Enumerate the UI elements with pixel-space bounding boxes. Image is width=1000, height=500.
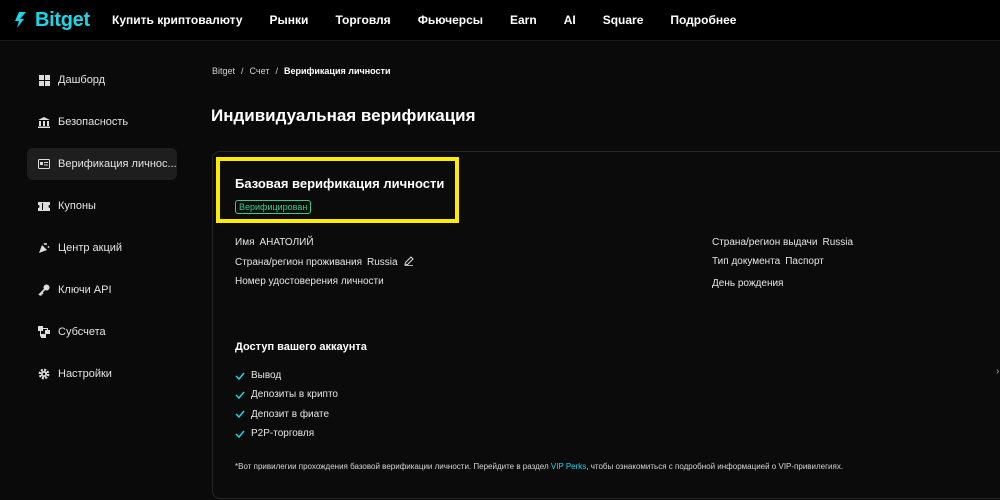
sidebar-item-label: Ключи API	[58, 284, 112, 296]
checkmark-icon	[235, 371, 245, 381]
issue-country-field: Страна/регион выдачи Russia	[712, 237, 853, 248]
vip-perks-link[interactable]: VIP Perks	[551, 462, 586, 471]
birthday-field: День рождения	[712, 278, 783, 289]
breadcrumb-separator: /	[241, 66, 244, 76]
document-type-field: Тип документа Паспорт	[712, 256, 824, 267]
sidebar-item-label: Центр акций	[58, 242, 123, 254]
access-item-label: P2P-торговля	[251, 428, 315, 440]
breadcrumb: Bitget / Счет / Верификация личности	[212, 66, 390, 76]
access-item-label: Вывод	[251, 370, 282, 382]
access-list: Вывод Депозиты в крипто Депозит в фиате …	[235, 366, 338, 443]
name-value: АНАТОЛИЙ	[259, 237, 314, 248]
brand-logo[interactable]: Bitget	[13, 9, 99, 32]
sidebar-item-settings[interactable]: Настройки	[27, 358, 177, 390]
list-item: P2P-торговля	[235, 424, 338, 443]
breadcrumb-current: Верификация личности	[283, 66, 391, 76]
nav-buy-crypto[interactable]: Купить криптовалюту	[112, 13, 243, 27]
id-card-icon	[38, 158, 50, 170]
chevron-right-icon[interactable]: ›	[996, 366, 999, 377]
sidebar-item-label: Субсчета	[58, 326, 106, 338]
issue-country-label: Страна/регион выдачи	[712, 237, 818, 248]
subaccount-icon	[38, 326, 50, 338]
document-type-value: Паспорт	[785, 256, 824, 267]
nav-futures[interactable]: Фьючерсы	[418, 13, 483, 27]
sidebar-item-label: Купоны	[58, 200, 96, 212]
nav-trading[interactable]: Торговля	[335, 13, 390, 27]
residence-field: Страна/регион проживания Russia	[235, 256, 415, 269]
residence-label: Страна/регион проживания	[235, 257, 362, 269]
bank-icon	[38, 116, 50, 128]
nav-markets[interactable]: Рынки	[270, 13, 309, 27]
page-title: Индивидуальная верификация	[211, 106, 476, 125]
sidebar-item-subaccounts[interactable]: Субсчета	[27, 316, 177, 348]
nav-square[interactable]: Square	[603, 13, 644, 27]
gear-icon	[38, 368, 50, 380]
residence-value: Russia	[367, 257, 398, 269]
checkmark-icon	[235, 390, 245, 400]
access-item-label: Депозит в фиате	[251, 408, 330, 420]
document-type-label: Тип документа	[712, 256, 781, 267]
sidebar-item-label: Дашборд	[58, 74, 106, 86]
issue-country-value: Russia	[822, 237, 854, 248]
list-item: Депозит в фиате	[235, 405, 338, 424]
sidebar-item-label: Безопасность	[58, 116, 129, 128]
coupon-icon	[38, 200, 50, 212]
breadcrumb-separator: /	[275, 66, 278, 76]
brand-name: Bitget	[35, 8, 90, 31]
sidebar-item-api-keys[interactable]: Ключи API	[27, 274, 177, 306]
footnote-text-end: , чтобы ознакомиться с подробной информа…	[586, 462, 844, 471]
sidebar-item-promotions[interactable]: Центр акций	[27, 232, 177, 264]
edit-icon[interactable]	[404, 256, 415, 269]
sidebar: Дашборд Безопасность Верификация личнос.…	[27, 64, 177, 400]
name-field: Имя АНАТОЛИЙ	[235, 237, 314, 248]
breadcrumb-account[interactable]: Счет	[250, 66, 270, 76]
main-nav: Купить криптовалюту Рынки Торговля Фьюче…	[112, 13, 763, 27]
top-navbar: Bitget Купить криптовалюту Рынки Торговл…	[0, 0, 1000, 41]
sidebar-item-verification[interactable]: Верификация личнос...	[27, 148, 177, 180]
nav-earn[interactable]: Earn	[510, 13, 537, 27]
nav-ai[interactable]: AI	[564, 13, 576, 27]
id-number-label: Номер удостоверения личности	[235, 276, 384, 287]
access-item-label: Депозиты в крипто	[251, 389, 338, 401]
footnote: *Вот привилегии прохождения базовой вери…	[235, 462, 843, 471]
checkmark-icon	[235, 429, 245, 439]
name-label: Имя	[235, 237, 255, 248]
birthday-label: День рождения	[712, 278, 784, 289]
sidebar-item-label: Настройки	[58, 368, 112, 380]
card-title: Базовая верификация личности	[235, 176, 445, 191]
breadcrumb-root[interactable]: Bitget	[212, 66, 235, 76]
nav-more[interactable]: Подробнее	[670, 13, 736, 27]
dashboard-icon	[38, 74, 50, 86]
bitget-logo-icon	[15, 12, 26, 28]
id-number-field: Номер удостоверения личности	[235, 276, 384, 287]
status-badge: Верифицирован	[235, 200, 312, 214]
sidebar-item-coupons[interactable]: Купоны	[27, 190, 177, 222]
key-icon	[38, 284, 50, 296]
sidebar-item-label: Верификация личнос...	[58, 158, 177, 170]
access-title: Доступ вашего аккаунта	[235, 341, 367, 353]
list-item: Вывод	[235, 366, 338, 385]
party-icon	[38, 242, 50, 254]
footnote-text: *Вот привилегии прохождения базовой вери…	[235, 462, 549, 471]
sidebar-item-dashboard[interactable]: Дашборд	[27, 64, 177, 96]
list-item: Депозиты в крипто	[235, 385, 338, 404]
sidebar-item-security[interactable]: Безопасность	[27, 106, 177, 138]
checkmark-icon	[235, 409, 245, 419]
